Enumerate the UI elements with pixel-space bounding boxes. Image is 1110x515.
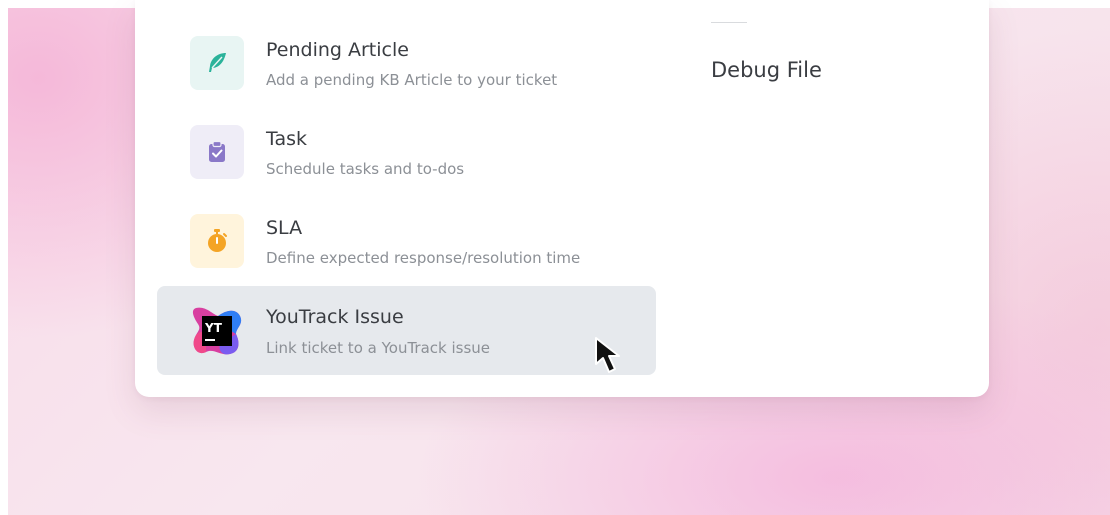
stopwatch-icon bbox=[190, 214, 244, 268]
mouse-pointer-icon bbox=[595, 337, 620, 373]
menu-item-pending-article[interactable]: Pending Article Add a pending KB Article… bbox=[157, 2, 656, 91]
youtrack-logo-text: YT bbox=[204, 321, 223, 335]
menu-item-title: Task bbox=[266, 128, 308, 150]
menu-item-description: Link ticket to a YouTrack issue bbox=[266, 339, 491, 357]
menu-item-description: Define expected response/resolution time bbox=[266, 249, 581, 267]
add-item-menu-panel: Pending Article Add a pending KB Article… bbox=[135, 0, 989, 397]
menu-item-description: Add a pending KB Article to your ticket bbox=[266, 71, 558, 89]
clipboard-check-icon bbox=[190, 125, 244, 179]
menu-item-title: YouTrack Issue bbox=[266, 306, 404, 328]
menu-item-title: Pending Article bbox=[266, 39, 409, 61]
menu-item-sla[interactable]: SLA Define expected response/resolution … bbox=[157, 181, 656, 270]
debug-file-label[interactable]: Debug File bbox=[711, 58, 822, 82]
menu-item-task[interactable]: Task Schedule tasks and to-dos bbox=[157, 92, 656, 181]
section-divider bbox=[711, 22, 747, 23]
menu-item-description: Schedule tasks and to-dos bbox=[266, 160, 465, 178]
feather-icon bbox=[190, 36, 244, 90]
youtrack-logo-icon: YT bbox=[190, 304, 244, 358]
menu-item-title: SLA bbox=[266, 217, 303, 239]
menu-item-youtrack-issue[interactable]: YT YouTrack Issue Link ticket to a YouTr… bbox=[157, 286, 656, 375]
